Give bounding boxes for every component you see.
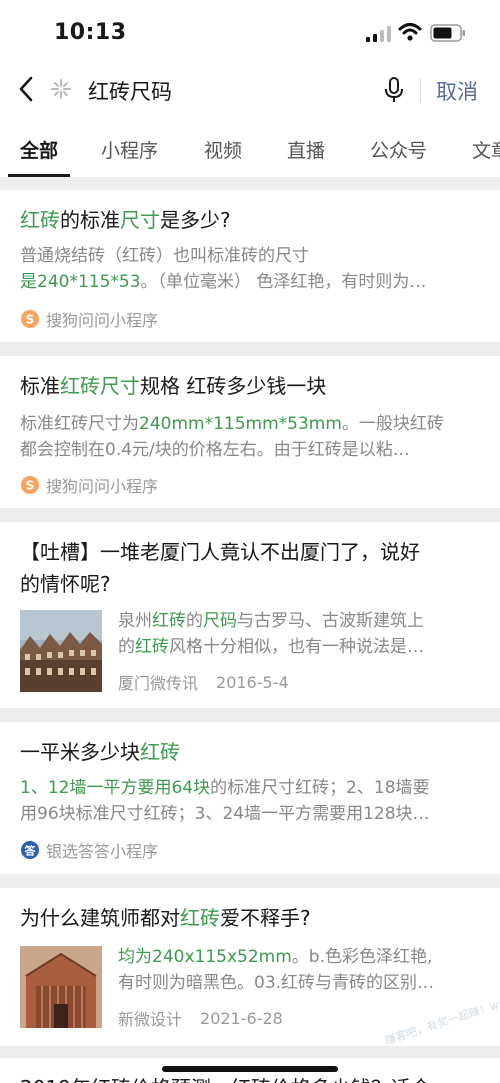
snippet-highlight: 红砖 xyxy=(152,611,186,631)
answer-app-icon: 答 xyxy=(21,841,39,859)
snippet-highlight: 240mm*115mm*53mm xyxy=(139,414,342,434)
microphone-icon[interactable] xyxy=(383,76,405,104)
result-snippet: 1、12墙一平方要用64块的标准尺寸红砖；2、18墙要 用96块标准尺寸红砖；3… xyxy=(20,775,480,827)
snippet-highlight: 均为240x115x52mm xyxy=(118,947,292,967)
sogou-icon: S xyxy=(21,310,39,328)
snippet-text: 标准红砖尺寸为 xyxy=(20,414,139,434)
source-name: 搜狗问问小程序 xyxy=(46,477,159,496)
result-source: S 搜狗问问小程序 xyxy=(20,307,158,331)
snippet-line: 的红砖风格十分相似，也有一种说法是… xyxy=(118,634,480,660)
title-text: 【吐槽】一堆老厦门人竟认不出厦门了，说好 xyxy=(20,540,420,564)
source-name: 新微设计 xyxy=(118,1010,183,1029)
snippet-line: 是240*115*53。（单位毫米） 色泽红艳，有时则为… xyxy=(20,269,480,295)
title-text: 的情怀呢? xyxy=(20,572,111,596)
cellular-signal-icon xyxy=(366,26,391,42)
result-snippet: 普通烧结砖（红砖）也叫标准砖的尺寸 是240*115*53。（单位毫米） 色泽红… xyxy=(20,243,480,295)
tab-articles[interactable]: 文章 xyxy=(472,136,500,163)
snippet-text: 的标准尺寸红砖；2、18墙要 xyxy=(210,778,430,798)
snippet-text: 。一般块红砖 xyxy=(341,414,444,434)
snippet-text: 的 xyxy=(118,637,135,657)
publish-date: 2016-5-4 xyxy=(216,672,289,692)
title-text: 是多少? xyxy=(160,208,231,232)
title-highlight: 红砖 xyxy=(140,740,180,764)
result-title: 一平米多少块红砖 xyxy=(20,736,480,768)
sogou-icon: S xyxy=(21,476,39,494)
wifi-icon xyxy=(398,23,422,41)
title-highlight: 尺寸 xyxy=(120,208,160,232)
result-card[interactable]: 【吐槽】一堆老厦门人竟认不出厦门了，说好 的情怀呢? 泉州红砖的尺码与古罗马、古… xyxy=(0,522,500,708)
result-title: 【吐槽】一堆老厦门人竟认不出厦门了，说好 的情怀呢? xyxy=(20,536,480,600)
search-divider xyxy=(420,78,421,102)
tab-videos[interactable]: 视频 xyxy=(204,136,242,163)
snippet-text: 。（单位毫米） 色泽红艳，有时则为… xyxy=(140,272,427,292)
title-text: 为什么建筑师都对 xyxy=(20,906,180,930)
source-name: 搜狗问问小程序 xyxy=(46,311,159,330)
snippet-line: 1、12墙一平方要用64块的标准尺寸红砖；2、18墙要 xyxy=(20,775,480,801)
filter-tabs: 全部 小程序 视频 直播 公众号 文章 xyxy=(0,116,500,178)
tab-mini-programs[interactable]: 小程序 xyxy=(101,136,158,163)
title-highlight: 红砖 xyxy=(180,906,220,930)
snippet-highlight: 尺码 xyxy=(203,611,237,631)
title-text: 规格 红砖多少钱一块 xyxy=(140,374,327,398)
result-snippet: 标准红砖尺寸为240mm*115mm*53mm。一般块红砖 都会控制在0.4元/… xyxy=(20,411,480,463)
title-text: 爱不释手? xyxy=(220,906,311,930)
result-source: S 搜狗问问小程序 xyxy=(20,473,158,497)
result-card[interactable]: 标准红砖尺寸规格 红砖多少钱一块 标准红砖尺寸为240mm*115mm*53mm… xyxy=(0,356,500,508)
status-time: 10:13 xyxy=(54,20,127,45)
result-snippet: 泉州红砖的尺码与古罗马、古波斯建筑上 的红砖风格十分相似，也有一种说法是… xyxy=(118,608,480,660)
snippet-text: 的 xyxy=(186,611,203,631)
result-card[interactable]: 红砖的标准尺寸是多少? 普通烧结砖（红砖）也叫标准砖的尺寸 是240*115*5… xyxy=(0,190,500,342)
snippet-highlight: 红砖 xyxy=(135,637,169,657)
title-text: 一平米多少块 xyxy=(20,740,140,764)
source-name: 银选答答小程序 xyxy=(46,842,159,861)
result-title: 标准红砖尺寸规格 红砖多少钱一块 xyxy=(20,370,480,402)
active-tab-indicator xyxy=(8,174,70,177)
search-input[interactable]: 红砖尺码 xyxy=(88,76,172,106)
svg-text:S: S xyxy=(26,479,35,493)
title-highlight: 红砖 xyxy=(20,208,60,232)
article-thumbnail xyxy=(20,946,102,1028)
result-snippet: 均为240x115x52mm。b.色彩色泽红艳, 有时则为暗黑色。03.红砖与青… xyxy=(118,944,480,996)
search-bar: 红砖尺码 取消 xyxy=(0,64,500,116)
snippet-highlight: 是240*115*53 xyxy=(20,272,141,292)
result-title: 为什么建筑师都对红砖爱不释手? xyxy=(20,902,480,934)
search-sparkle-icon xyxy=(51,79,71,99)
snippet-line: 都会控制在0.4元/块的价格左右。由于红砖是以粘… xyxy=(20,440,410,460)
snippet-line: 普通烧结砖（红砖）也叫标准砖的尺寸 xyxy=(20,246,309,266)
back-arrow-icon[interactable] xyxy=(16,74,38,104)
snippet-line: 泉州红砖的尺码与古罗马、古波斯建筑上 xyxy=(118,608,480,634)
result-card[interactable]: 一平米多少块红砖 1、12墙一平方要用64块的标准尺寸红砖；2、18墙要 用96… xyxy=(0,722,500,874)
snippet-text: 风格十分相似，也有一种说法是… xyxy=(169,637,424,657)
cancel-button[interactable]: 取消 xyxy=(436,76,478,106)
snippet-text: 与古罗马、古波斯建筑上 xyxy=(237,611,424,631)
next-result-title: 2019年红砖价格预测，红砖价格多少钱？适合 xyxy=(20,1072,431,1083)
tab-all[interactable]: 全部 xyxy=(20,136,58,163)
result-title: 红砖的标准尺寸是多少? xyxy=(20,204,480,236)
snippet-line: 用96块标准尺寸红砖；3、24墙一平方需要用128块… xyxy=(20,804,430,824)
status-bar: 10:13 xyxy=(0,0,500,64)
article-thumbnail xyxy=(20,610,102,692)
title-text: 标准 xyxy=(20,374,60,398)
snippet-line: 有时则为暗黑色。03.红砖与青砖的区别… xyxy=(118,973,435,993)
snippet-line: 标准红砖尺寸为240mm*115mm*53mm。一般块红砖 xyxy=(20,411,480,437)
svg-text:S: S xyxy=(26,313,35,327)
snippet-text: 。b.色彩色泽红艳, xyxy=(291,947,433,967)
tab-official-accounts[interactable]: 公众号 xyxy=(370,136,427,163)
title-text: 的标准 xyxy=(60,208,120,232)
publish-date: 2021-6-28 xyxy=(200,1008,283,1028)
result-source: 答 银选答答小程序 xyxy=(20,838,158,862)
tab-live[interactable]: 直播 xyxy=(287,136,325,163)
result-source: 厦门微传讯 2016-5-4 xyxy=(118,670,289,694)
svg-text:答: 答 xyxy=(25,844,37,858)
title-highlight: 红砖尺寸 xyxy=(60,374,140,398)
snippet-line: 均为240x115x52mm。b.色彩色泽红艳, xyxy=(118,944,480,970)
snippet-highlight: 1、12墙一平方要用64块 xyxy=(20,778,211,798)
battery-icon xyxy=(430,24,465,42)
snippet-text: 泉州 xyxy=(118,611,152,631)
home-indicator[interactable] xyxy=(162,1066,338,1072)
source-name: 厦门微传讯 xyxy=(118,674,199,693)
result-source: 新微设计 2021-6-28 xyxy=(118,1006,283,1030)
